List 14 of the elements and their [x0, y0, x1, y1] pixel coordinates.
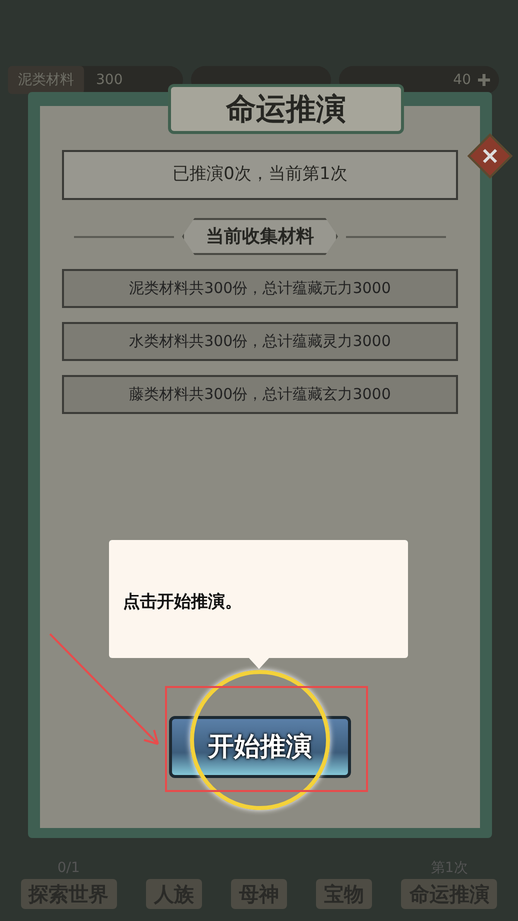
start-button[interactable]: 开始推演	[169, 716, 351, 778]
add-icon[interactable]	[477, 73, 491, 87]
close-icon	[481, 147, 499, 165]
material-count: 300	[96, 70, 123, 90]
guide-tooltip: 点击开始推演。	[109, 540, 408, 658]
section-title: 当前收集材料	[182, 218, 338, 255]
gem-count: 40	[453, 70, 471, 90]
progress-status: 已推演0次，当前第1次	[62, 150, 458, 200]
material-row: 水类材料共300份，总计蕴藏灵力3000	[62, 322, 458, 361]
material-label: 泥类材料	[8, 66, 84, 94]
glow-ring-icon	[190, 670, 330, 810]
material-row: 泥类材料共300份，总计蕴藏元力3000	[62, 269, 458, 308]
material-row: 藤类材料共300份，总计蕴藏玄力3000	[62, 375, 458, 414]
dialog-title: 命运推演	[168, 84, 404, 134]
